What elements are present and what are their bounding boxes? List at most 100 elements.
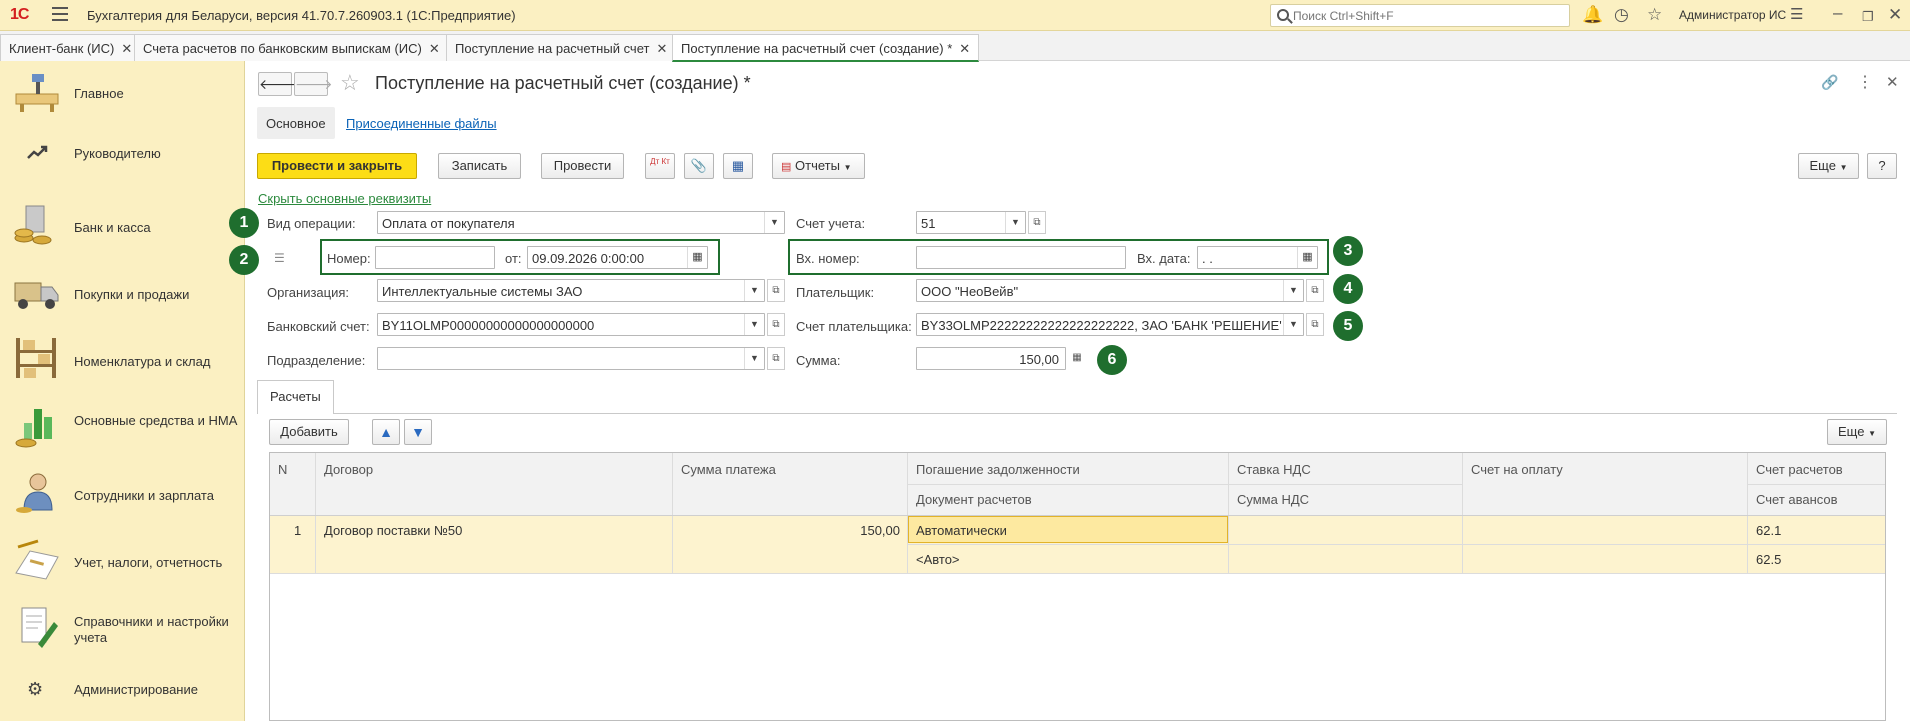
sidebar-item-warehouse[interactable]: Номенклатура и склад	[0, 334, 245, 390]
col-header-vat-rate[interactable]: Ставка НДС	[1237, 462, 1311, 477]
chevron-down-icon[interactable]: ▼	[1005, 212, 1025, 233]
global-search[interactable]	[1270, 4, 1570, 27]
search-input[interactable]	[1293, 7, 1563, 24]
sidebar-item-label: Основные средства и НМА	[74, 413, 238, 428]
post-button[interactable]: Провести	[541, 153, 624, 179]
col-header-settle-doc[interactable]: Документ расчетов	[916, 492, 1032, 507]
open-payer-icon[interactable]: ⧉	[1306, 279, 1324, 302]
favorite-star-icon[interactable]: ☆	[340, 70, 360, 96]
tab-receipt-list[interactable]: Поступление на расчетный счет ✕	[446, 34, 677, 61]
minimize-icon[interactable]: –	[1833, 3, 1842, 23]
help-button[interactable]: ?	[1867, 153, 1897, 179]
close-form-icon[interactable]: ✕	[1886, 73, 1899, 91]
open-account-icon[interactable]: ⧉	[1028, 211, 1046, 234]
close-tab-icon[interactable]: ✕	[121, 41, 132, 56]
sidebar-item-accounting[interactable]: Учет, налоги, отчетность	[0, 535, 245, 591]
tab-settlements[interactable]: Расчеты	[257, 380, 334, 414]
department-select[interactable]: ▼	[377, 347, 765, 370]
tab-main[interactable]: Основное	[266, 116, 326, 131]
sidebar-item-bank[interactable]: Банк и касса	[0, 200, 245, 256]
history-icon[interactable]: ◷	[1614, 5, 1629, 25]
sidebar-item-employees[interactable]: Сотрудники и зарплата	[0, 468, 245, 524]
comment-icon[interactable]: ☰	[274, 251, 285, 265]
save-button[interactable]: Записать	[438, 153, 521, 179]
row-sep	[1747, 484, 1885, 485]
tab-attached-files[interactable]: Присоединенные файлы	[346, 116, 497, 131]
close-tab-icon[interactable]: ✕	[959, 41, 970, 56]
cell-adv-acc[interactable]: 62.5	[1756, 552, 1781, 567]
sidebar-item-fixed-assets[interactable]: Основные средства и НМА	[0, 401, 245, 457]
organization-select[interactable]: Интеллектуальные системы ЗАО ▼	[377, 279, 765, 302]
move-up-button[interactable]: ▲	[372, 419, 400, 445]
col-sep	[1747, 453, 1748, 573]
more-button[interactable]: Еще ▼	[1798, 153, 1859, 179]
col-header-settle-acc[interactable]: Счет расчетов	[1756, 462, 1843, 477]
row-sep	[270, 573, 1885, 574]
sidebar-item-main[interactable]: Главное	[0, 66, 245, 122]
open-organization-icon[interactable]: ⧉	[767, 279, 785, 302]
more-vertical-icon[interactable]: ⋮	[1857, 72, 1873, 92]
hide-main-details-link[interactable]: Скрыть основные реквизиты	[258, 191, 431, 206]
payer-select[interactable]: ООО "НеоВейв" ▼	[916, 279, 1304, 302]
col-header-contract[interactable]: Договор	[324, 462, 373, 477]
chevron-down-icon[interactable]: ▼	[744, 314, 764, 335]
tab-receipt-create[interactable]: Поступление на расчетный счет (создание)…	[672, 34, 980, 62]
tab-client-bank[interactable]: Клиент-банк (ИС) ✕	[0, 34, 142, 61]
main-menu-icon[interactable]	[52, 7, 68, 21]
move-down-button[interactable]: ▼	[404, 419, 432, 445]
current-user[interactable]: Администратор ИС	[1679, 8, 1786, 22]
close-window-icon[interactable]: ✕	[1888, 5, 1902, 25]
cell-settle-acc[interactable]: 62.1	[1756, 523, 1781, 538]
bank-account-select[interactable]: BY11OLMP00000000000000000000 ▼	[377, 313, 765, 336]
bank-icon	[14, 205, 52, 245]
structure-button[interactable]: ▦	[723, 153, 753, 179]
close-tab-icon[interactable]: ✕	[656, 41, 667, 56]
chevron-down-icon[interactable]: ▼	[744, 280, 764, 301]
chevron-down-icon[interactable]: ▼	[744, 348, 764, 369]
restore-window-icon[interactable]: ❐	[1862, 7, 1874, 27]
forward-button[interactable]: 🡒	[294, 72, 333, 96]
reports-button[interactable]: ▤ Отчеты ▼	[772, 153, 865, 179]
col-header-invoice[interactable]: Счет на оплату	[1471, 462, 1563, 477]
chevron-down-icon[interactable]: ▼	[1283, 314, 1303, 335]
back-button[interactable]: 🡐	[258, 72, 297, 96]
trend-icon	[27, 145, 48, 159]
chevron-down-icon[interactable]: ▼	[764, 212, 784, 233]
op-type-select[interactable]: Оплата от покупателя ▼	[377, 211, 785, 234]
col-header-vat-sum[interactable]: Сумма НДС	[1237, 492, 1309, 507]
payer-account-select[interactable]: BY33OLMP22222222222222222222, ЗАО 'БАНК …	[916, 313, 1304, 336]
sidebar-item-references[interactable]: Справочники и настройки учета	[0, 602, 245, 658]
cell-repay[interactable]: Автоматически	[916, 523, 1007, 538]
account-select[interactable]: 51 ▼	[916, 211, 1026, 234]
favorites-star-icon[interactable]: ☆	[1647, 5, 1662, 25]
col-header-repay[interactable]: Погашение задолженности	[916, 462, 1080, 477]
open-bank-account-icon[interactable]: ⧉	[767, 313, 785, 336]
link-icon[interactable]: 🔗	[1821, 74, 1838, 91]
post-and-close-button[interactable]: Провести и закрыть	[257, 153, 417, 179]
chevron-down-icon[interactable]: ▼	[1283, 280, 1303, 301]
tab-settlement-accounts[interactable]: Счета расчетов по банковским выпискам (И…	[134, 34, 449, 61]
op-type-label: Вид операции:	[267, 216, 356, 231]
open-payer-account-icon[interactable]: ⧉	[1306, 313, 1324, 336]
cell-amount[interactable]: 150,00	[795, 523, 900, 538]
attach-button[interactable]: 📎	[684, 153, 714, 179]
section-divider	[257, 413, 1897, 414]
payer-account-label: Счет плательщика:	[796, 319, 912, 334]
cell-settle-doc[interactable]: <Авто>	[916, 552, 960, 567]
col-header-amount[interactable]: Сумма платежа	[681, 462, 776, 477]
amount-field[interactable]: 150,00	[916, 347, 1066, 370]
settings-lines-icon[interactable]: ☰	[1790, 5, 1803, 25]
add-row-button[interactable]: Добавить	[269, 419, 349, 445]
bell-icon[interactable]: 🔔	[1582, 5, 1603, 25]
close-tab-icon[interactable]: ✕	[429, 41, 440, 56]
calculator-icon[interactable]: ▦	[1068, 347, 1086, 370]
col-header-n[interactable]: N	[278, 462, 287, 477]
cell-contract[interactable]: Договор поставки №50	[324, 523, 462, 538]
dt-kt-button[interactable]: Дт Кт	[645, 153, 675, 179]
sidebar-item-purchases[interactable]: Покупки и продажи	[0, 267, 245, 323]
col-header-adv-acc[interactable]: Счет авансов	[1756, 492, 1838, 507]
sidebar-item-director[interactable]: Руководителю	[0, 133, 245, 189]
open-department-icon[interactable]: ⧉	[767, 347, 785, 370]
table-more-button[interactable]: Еще ▼	[1827, 419, 1887, 445]
sidebar-item-admin[interactable]: ⚙ Администрирование	[0, 669, 245, 725]
